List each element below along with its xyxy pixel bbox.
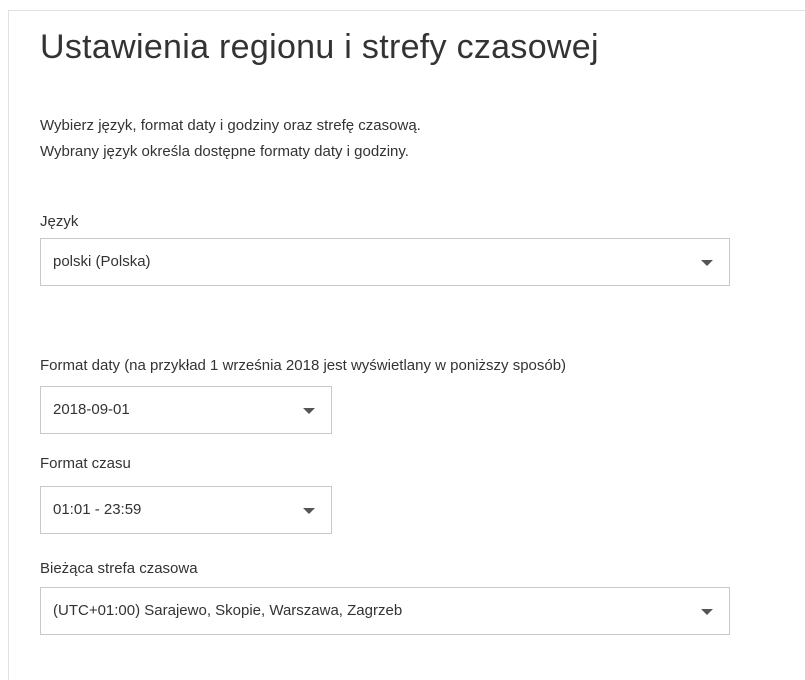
chevron-down-icon (303, 408, 315, 414)
panel-border (8, 10, 805, 680)
language-value: polski (Polska) (53, 253, 151, 270)
time-format-value: 01:01 - 23:59 (53, 501, 142, 518)
chevron-down-icon (701, 260, 713, 266)
language-label: Język (40, 213, 79, 230)
time-format-dropdown[interactable]: 01:01 - 23:59 (40, 486, 332, 534)
time-zone-dropdown[interactable]: (UTC+01:00) Sarajewo, Skopie, Warszawa, … (40, 587, 730, 635)
date-format-dropdown[interactable]: 2018-09-01 (40, 386, 332, 434)
region-timezone-settings-page: Ustawienia regionu i strefy czasowej Wyb… (0, 0, 805, 680)
description-line-2: Wybrany język określa dostępne formaty d… (40, 143, 409, 160)
time-format-label: Format czasu (40, 455, 131, 472)
chevron-down-icon (701, 609, 713, 615)
description-line-1: Wybierz język, format daty i godziny ora… (40, 117, 421, 134)
date-format-value: 2018-09-01 (53, 401, 130, 418)
chevron-down-icon (303, 508, 315, 514)
language-dropdown[interactable]: polski (Polska) (40, 238, 730, 286)
time-zone-value: (UTC+01:00) Sarajewo, Skopie, Warszawa, … (53, 602, 403, 619)
page-title: Ustawienia regionu i strefy czasowej (40, 28, 599, 66)
date-format-label: Format daty (na przykład 1 września 2018… (40, 357, 567, 374)
time-zone-label: Bieżąca strefa czasowa (40, 560, 198, 577)
